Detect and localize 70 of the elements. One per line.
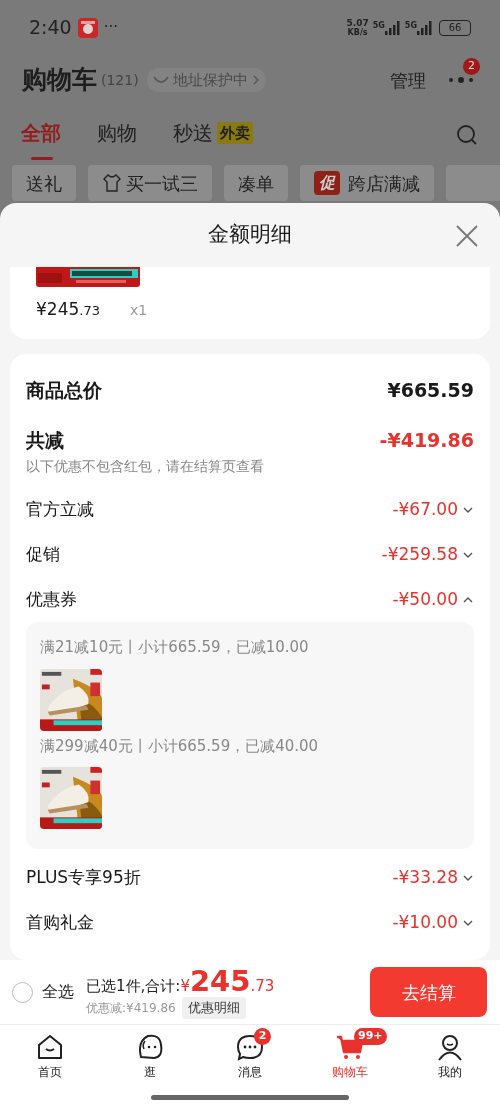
home-icon bbox=[36, 1033, 64, 1061]
row-amount: -¥50.00 bbox=[392, 587, 458, 611]
promo-badge: 促 bbox=[314, 171, 340, 195]
select-all-label: 全选 bbox=[42, 981, 74, 1003]
row-label: 官方立减 bbox=[26, 497, 94, 521]
filter-chip[interactable]: 送礼 bbox=[12, 165, 76, 201]
row-amount: -¥10.00 bbox=[392, 910, 458, 934]
filter-chip[interactable]: 买一试三 bbox=[88, 165, 212, 201]
row-label: 共减 bbox=[26, 427, 64, 453]
total-label: 已选1件,合计: bbox=[86, 975, 181, 997]
row-amount: ¥665.59 bbox=[387, 377, 474, 403]
row-label: PLUS专享95折 bbox=[26, 865, 141, 889]
status-time: 2:40 bbox=[29, 15, 72, 41]
discount-summary: 优惠减:¥419.86 bbox=[86, 999, 176, 1017]
item-quantity: x1 bbox=[129, 301, 148, 320]
chevron-down-icon[interactable] bbox=[462, 505, 474, 514]
coupon-detail: 满21减10元丨小计665.59，已减10.00 bbox=[40, 637, 310, 658]
page-title: 购物车 bbox=[22, 64, 97, 97]
signal-icon bbox=[417, 20, 433, 35]
battery-indicator: 66 bbox=[439, 19, 471, 36]
manage-button[interactable]: 管理 bbox=[390, 66, 426, 94]
close-icon[interactable] bbox=[456, 225, 478, 247]
chevron-down-icon[interactable] bbox=[462, 550, 474, 559]
checkout-button[interactable]: 去结算 bbox=[370, 967, 487, 1017]
total-price: ¥245.73 bbox=[180, 965, 275, 997]
row-label: 促销 bbox=[26, 542, 60, 566]
row-label: 商品总价 bbox=[26, 377, 102, 403]
row-label: 优惠券 bbox=[26, 587, 77, 611]
chevron-up-icon[interactable] bbox=[462, 595, 474, 604]
chat-icon bbox=[236, 1033, 264, 1061]
row-amount: -¥259.58 bbox=[381, 542, 458, 566]
discount-note: 以下优惠不包含红包，请在结算页查看 bbox=[26, 457, 265, 476]
filter-chip[interactable]: 促 跨店满减 bbox=[300, 165, 434, 201]
network-unit: KB/s bbox=[347, 27, 368, 37]
delivery-tag: 外卖 bbox=[217, 121, 253, 145]
shirt-icon bbox=[102, 173, 122, 193]
chevron-right-icon bbox=[251, 75, 260, 85]
face-blob-icon bbox=[136, 1033, 164, 1061]
row-amount: -¥33.28 bbox=[392, 865, 458, 889]
network-type: 5G bbox=[372, 20, 385, 30]
chevron-down-icon[interactable] bbox=[462, 873, 474, 882]
row-amount: -¥419.86 bbox=[379, 427, 474, 453]
search-icon[interactable] bbox=[456, 124, 478, 146]
coupon-detail: 满299减40元丨小计665.59，已减40.00 bbox=[40, 735, 320, 757]
nav-tab[interactable]: 购物车 99+ bbox=[300, 1025, 400, 1087]
row-label: 首购礼金 bbox=[26, 910, 94, 934]
nav-tab[interactable]: 我的 bbox=[400, 1025, 500, 1087]
signal-icon bbox=[384, 20, 401, 35]
notification-badge: 2 bbox=[254, 1028, 271, 1045]
more-notifications: ··· bbox=[103, 17, 118, 39]
notification-badge: 2 bbox=[463, 58, 480, 75]
discount-detail-button[interactable]: 优惠明细 bbox=[181, 997, 246, 1019]
network-speed: 5.07 bbox=[346, 18, 369, 28]
sheet-title: 金额明细 bbox=[208, 221, 292, 249]
chevron-down-icon[interactable] bbox=[462, 918, 474, 927]
app-icon bbox=[77, 17, 98, 38]
person-icon bbox=[436, 1033, 464, 1061]
notification-badge: 99+ bbox=[354, 1028, 387, 1045]
nav-tab[interactable]: 首页 bbox=[0, 1025, 100, 1087]
network-type: 5G bbox=[404, 20, 417, 30]
nav-tab[interactable]: 逛 bbox=[100, 1025, 200, 1087]
more-icon[interactable] bbox=[448, 76, 474, 84]
selected-underline bbox=[31, 157, 53, 160]
item-price: ¥245.73 bbox=[36, 298, 100, 321]
category-tab[interactable]: 购物 bbox=[97, 118, 137, 148]
category-tab[interactable]: 秒送 bbox=[173, 118, 213, 148]
nav-tab[interactable]: 消息 2 bbox=[200, 1025, 300, 1087]
filter-chip[interactable]: 凑单 bbox=[224, 165, 288, 201]
row-amount: -¥67.00 bbox=[392, 497, 458, 521]
smile-icon bbox=[152, 75, 169, 85]
